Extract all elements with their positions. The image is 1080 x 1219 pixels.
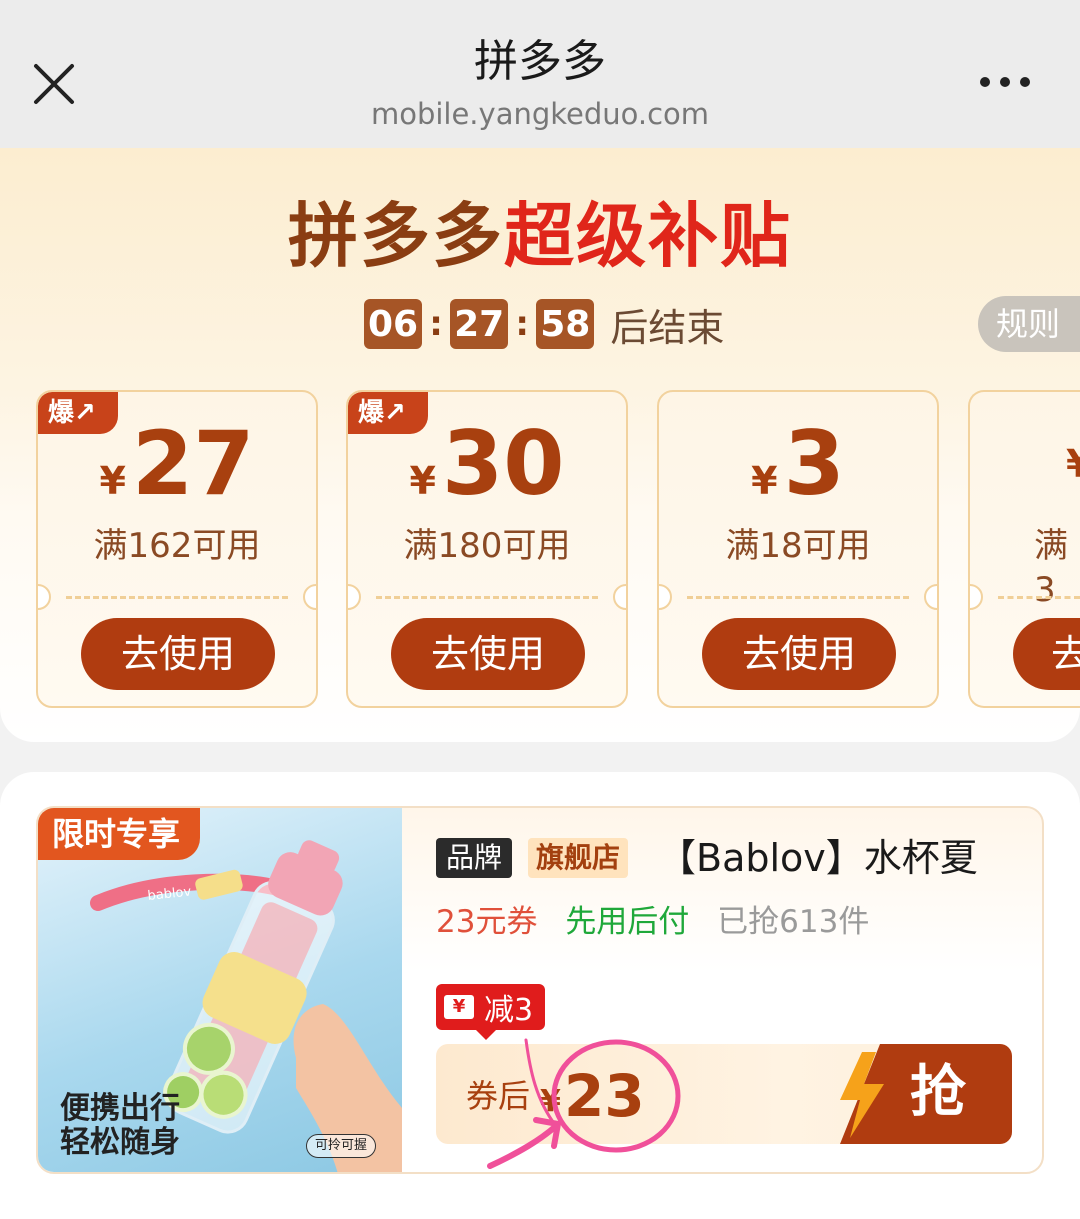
product-item[interactable]: bablov 限时专享 便携出行 轻松随身 可拎可握 品牌 旗舰店 【Bablo… (36, 806, 1044, 1174)
countdown-timer: 06 : 27 : 58 后结束 (364, 298, 724, 350)
product-image[interactable]: bablov 限时专享 便携出行 轻松随身 可拎可握 (38, 808, 402, 1172)
discount-badge: ¥ 减3 (436, 984, 546, 1040)
product-card: bablov 限时专享 便携出行 轻松随身 可拎可握 品牌 旗舰店 【Bablo… (0, 772, 1080, 1219)
countdown-minutes: 27 (450, 299, 509, 349)
limited-time-tag: 限时专享 (38, 808, 200, 860)
coupon-condition: 满180可用 (403, 526, 571, 566)
page-title: 拼多多 (474, 36, 606, 87)
banner-title-highlight: 超级补贴 (504, 195, 792, 277)
image-caption: 便携出行 轻松随身 (60, 1091, 180, 1160)
price-bar[interactable]: 券后 ¥ 23 抢 (436, 1044, 1012, 1144)
countdown-separator: : (515, 304, 530, 344)
price-currency: ¥ (540, 1084, 561, 1119)
coupon-card[interactable]: 爆↗ ¥30 满180可用 去使用 (346, 390, 628, 708)
use-coupon-button[interactable]: 去 (1013, 618, 1080, 690)
coupon-amount: ¥27 (99, 412, 255, 515)
coupon-amount: ¥ (1066, 418, 1080, 518)
sold-count: 已抢613件 (717, 904, 870, 940)
price-label: 券后 (466, 1077, 531, 1115)
countdown-suffix: 后结束 (610, 305, 725, 350)
banner-title: 拼多多超级补贴 (0, 192, 1080, 280)
banner-title-brand: 拼多多 (288, 195, 504, 277)
browser-top-bar: 拼多多 mobile.yangkeduo.com (0, 0, 1080, 148)
svg-text:bablov: bablov (147, 884, 192, 904)
coupon-divider (687, 596, 909, 599)
coupon-divider (376, 596, 598, 599)
grab-label: 抢 (910, 1060, 966, 1125)
coupon-condition: 满162可用 (93, 526, 261, 566)
pay-later-label: 先用后付 (565, 904, 690, 940)
coupon-card[interactable]: ¥ 满3 去 (968, 390, 1080, 708)
rules-button[interactable]: 规则 (978, 296, 1080, 352)
use-coupon-button[interactable]: 去使用 (391, 618, 585, 690)
super-subsidy-banner: 拼多多超级补贴 06 : 27 : 58 后结束 规则 爆↗ ¥27 满162可… (0, 148, 1080, 742)
use-coupon-button[interactable]: 去使用 (702, 618, 896, 690)
product-title[interactable]: 【Bablov】水杯夏 (658, 834, 978, 882)
price-value: 23 (564, 1062, 645, 1130)
countdown-separator: : (429, 304, 443, 344)
coupon-divider (998, 596, 1080, 599)
flagship-store-tag: 旗舰店 (528, 838, 629, 878)
use-coupon-button[interactable]: 去使用 (81, 618, 275, 690)
image-badge: 可拎可握 (306, 1134, 377, 1158)
more-icon[interactable] (975, 72, 1035, 92)
coupon-divider (66, 596, 288, 599)
brand-tag: 品牌 (436, 838, 513, 878)
coupon-condition: 满18可用 (725, 526, 871, 566)
coupon-card[interactable]: 爆↗ ¥27 满162可用 去使用 (36, 390, 318, 708)
product-meta: 23元券 先用后付 已抢613件 (436, 902, 869, 942)
coupon-card[interactable]: ¥3 满18可用 去使用 (657, 390, 939, 708)
page-url: mobile.yangkeduo.com (370, 97, 710, 131)
countdown-hours: 06 (364, 299, 423, 349)
coupon-amount: ¥30 (409, 412, 565, 515)
coupon-value: 23元券 (436, 904, 538, 940)
countdown-seconds: 58 (536, 299, 595, 349)
lightning-bolt-icon (840, 1052, 884, 1138)
coupon-icon: ¥ (444, 995, 474, 1019)
discount-text: 减3 (484, 993, 534, 1028)
coupon-amount: ¥3 (751, 412, 845, 515)
